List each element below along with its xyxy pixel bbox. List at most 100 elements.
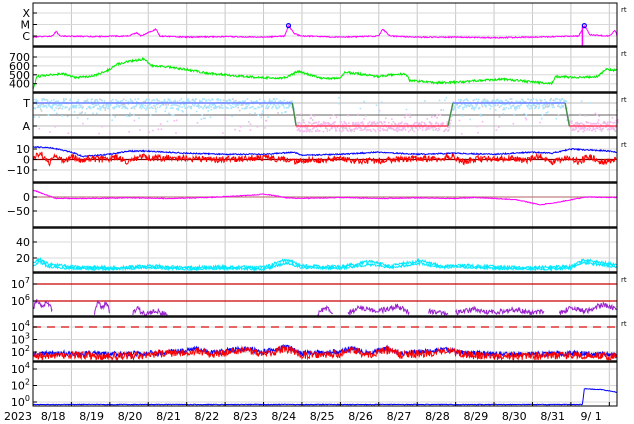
- sector-dot: [481, 120, 484, 123]
- sector-dot: [222, 107, 224, 109]
- sector-dot: [52, 98, 55, 101]
- sector-dot: [515, 105, 518, 108]
- x-tick-label: 8/24: [271, 410, 296, 423]
- sector-dot: [248, 113, 251, 115]
- sector-dot: [306, 128, 309, 130]
- sector-dot: [175, 132, 177, 134]
- sector-dot: [62, 105, 64, 108]
- sector-dot: [426, 118, 429, 120]
- sector-dot: [121, 99, 123, 102]
- sector-dot: [432, 129, 435, 131]
- sector-dot: [188, 105, 190, 108]
- sector-dot: [318, 130, 321, 132]
- sector-dot: [169, 99, 171, 101]
- sector-dot: [48, 105, 50, 107]
- sector-dot: [442, 122, 445, 125]
- sector-dot: [78, 106, 80, 109]
- sector-dot: [117, 104, 120, 107]
- sector-dot: [359, 129, 362, 132]
- sector-dot: [248, 103, 250, 106]
- sector-dot: [238, 109, 241, 112]
- sector-dot: [497, 99, 499, 101]
- sector-dot: [218, 106, 221, 109]
- realtime-label: rt: [621, 96, 627, 104]
- sector-dot: [575, 128, 578, 130]
- sector-dot: [115, 105, 118, 108]
- y-tick-exponent: 0: [25, 394, 30, 403]
- sector-dot: [182, 110, 184, 113]
- sector-dot: [299, 129, 302, 132]
- sector-dot: [134, 98, 137, 101]
- sector-dot: [54, 125, 57, 128]
- sector-dot: [589, 102, 591, 104]
- sector-dot: [94, 100, 97, 103]
- sector-dot: [172, 107, 174, 109]
- sector-dot: [207, 105, 210, 108]
- sector-dot: [453, 107, 455, 110]
- sector-dot: [510, 98, 513, 100]
- sector-dot: [391, 118, 393, 120]
- sector-dot: [80, 104, 83, 107]
- sector-dot: [510, 105, 512, 108]
- y-tick-exponent: 2: [25, 344, 30, 353]
- sector-dot: [274, 100, 276, 102]
- sector-dot: [417, 128, 419, 131]
- sector-dot: [405, 113, 408, 116]
- sector-dot: [610, 121, 612, 123]
- sector-dot: [472, 107, 475, 109]
- sector-dot: [149, 107, 151, 109]
- sector-dot: [354, 127, 357, 129]
- x-tick-label: 8/26: [348, 410, 373, 423]
- sector-dot: [477, 100, 479, 103]
- sector-dot: [96, 112, 98, 115]
- sector-dot: [315, 130, 317, 132]
- sector-dot: [495, 129, 498, 131]
- sector-dot: [229, 104, 232, 107]
- sector-dot: [186, 106, 189, 109]
- sector-dot: [594, 112, 597, 115]
- sector-dot: [560, 107, 562, 109]
- sector-dot: [561, 98, 564, 100]
- sector-dot: [222, 132, 224, 134]
- sector-dot: [102, 106, 105, 109]
- sector-dot: [261, 112, 263, 115]
- sector-dot: [44, 99, 47, 101]
- sector-dot: [112, 98, 114, 101]
- sector-dot: [461, 115, 464, 117]
- sector-dot: [311, 127, 314, 130]
- sector-dot: [393, 129, 395, 131]
- sector-dot: [238, 130, 241, 132]
- sector-dot: [62, 98, 65, 100]
- sector-dot: [553, 106, 555, 109]
- sector-dot: [498, 116, 501, 118]
- sector-dot: [132, 113, 135, 116]
- sector-dot: [53, 103, 56, 106]
- sector-dot: [437, 129, 439, 132]
- sector-dot: [265, 107, 267, 109]
- sector-dot: [98, 132, 100, 135]
- sector-dot: [145, 109, 147, 111]
- sector-dot: [142, 106, 144, 108]
- sector-dot: [203, 98, 206, 100]
- sector-dot: [51, 107, 54, 110]
- sector-dot: [297, 123, 299, 126]
- sector-dot: [448, 126, 451, 129]
- sector-dot: [587, 121, 590, 124]
- y-tick-label: 400: [9, 78, 30, 91]
- sector-dot: [235, 99, 237, 102]
- sector-dot: [204, 104, 206, 106]
- sector-dot: [142, 104, 144, 106]
- sector-dot: [162, 104, 165, 106]
- sector-dot: [357, 113, 359, 116]
- x-tick-label: 8/25: [310, 410, 335, 423]
- sector-dot: [214, 104, 216, 107]
- sector-dot: [361, 121, 364, 123]
- sector-dot: [233, 100, 236, 103]
- sector-dot: [93, 105, 96, 107]
- sector-dot: [219, 100, 222, 102]
- sector-dot: [334, 121, 336, 123]
- sector-dot: [232, 98, 234, 100]
- y-tick-label: 0: [23, 191, 30, 204]
- sector-dot: [338, 96, 340, 99]
- sector-dot: [60, 104, 63, 106]
